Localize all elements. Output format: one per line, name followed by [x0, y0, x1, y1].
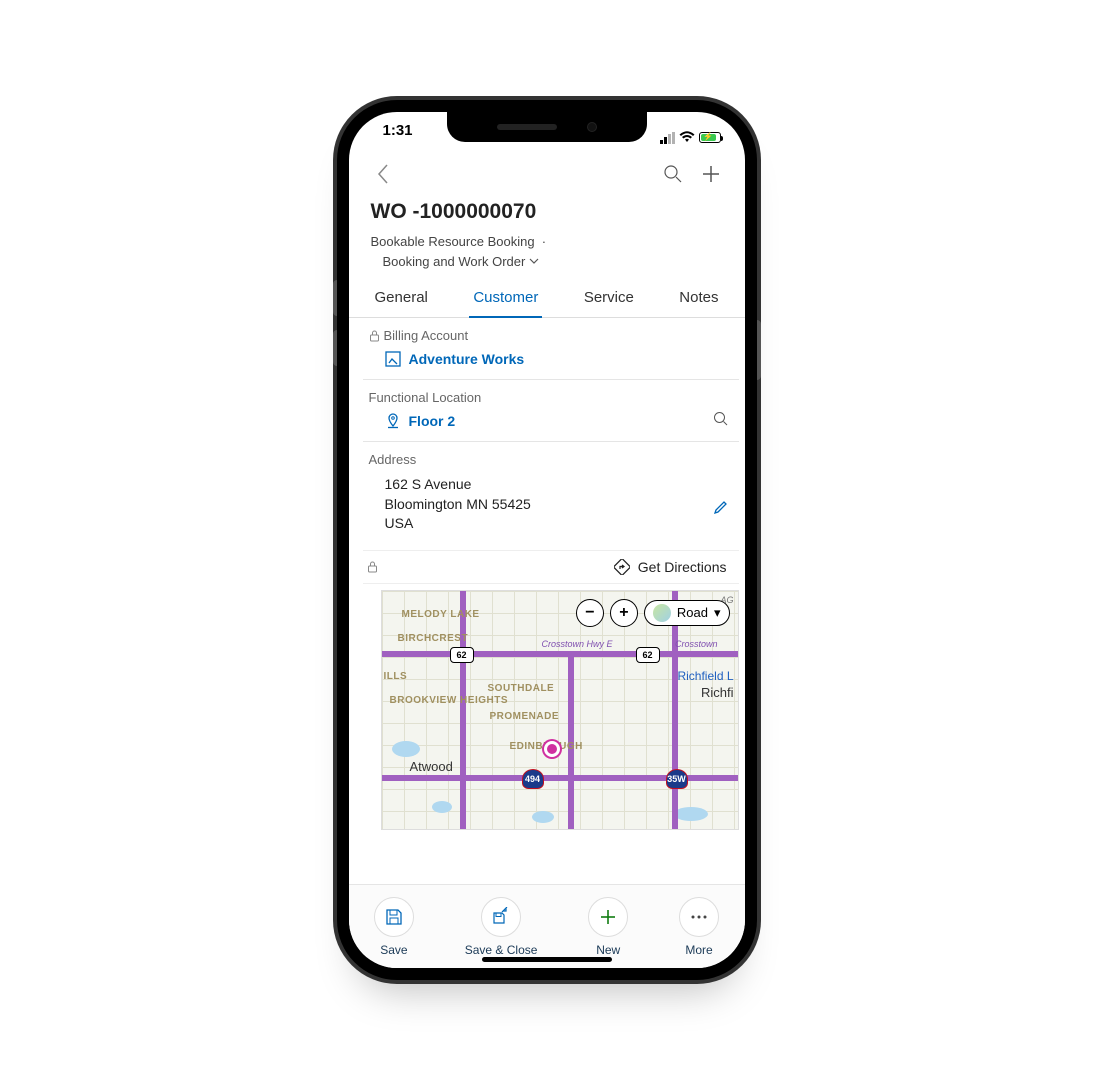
map-label: BIRCHCREST — [398, 633, 469, 644]
lock-icon — [369, 330, 380, 342]
map-label: Richfield L — [677, 669, 733, 683]
field-billing-account[interactable]: Billing Account Adventure Works — [363, 318, 739, 380]
interstate-shield: 35W — [666, 769, 688, 789]
search-icon — [663, 164, 683, 184]
search-icon — [713, 411, 729, 427]
map-label: MELODY LAKE — [402, 609, 480, 620]
zoom-out-button[interactable]: − — [576, 599, 604, 627]
form-selector-label: Booking and Work Order — [383, 252, 526, 272]
address-label: Address — [369, 452, 417, 467]
phone-frame: 1:31 ⚡ WO -100000 — [337, 100, 757, 980]
functional-location-value: Floor 2 — [409, 413, 456, 429]
map[interactable]: MELODY LAKE BIRCHCREST ILLS BROOKVIEW HE… — [381, 590, 739, 830]
address-line2: Bloomington MN 55425 — [385, 496, 531, 512]
phone-notch — [447, 112, 647, 142]
billing-account-label: Billing Account — [384, 328, 469, 343]
address-line1: 162 S Avenue — [385, 476, 472, 492]
lookup-search-button[interactable] — [713, 411, 729, 427]
map-label: PROMENADE — [490, 711, 560, 722]
more-label: More — [685, 943, 712, 957]
ellipsis-icon — [690, 914, 708, 920]
command-bar: Save Save & Close New — [349, 884, 745, 968]
map-view-selector[interactable]: Road ▾ — [644, 600, 730, 626]
field-functional-location[interactable]: Functional Location Floor 2 — [363, 380, 739, 442]
chevron-left-icon — [376, 163, 390, 185]
save-close-label: Save & Close — [465, 943, 538, 957]
save-label: Save — [380, 943, 407, 957]
page-title: WO -1000000070 — [371, 200, 723, 224]
back-button[interactable] — [367, 158, 399, 190]
more-button[interactable]: More — [679, 897, 719, 957]
map-label: SOUTHDALE — [488, 683, 555, 694]
record-header: WO -1000000070 Bookable Resource Booking… — [349, 196, 745, 281]
status-icons: ⚡ — [659, 122, 721, 152]
cellular-icon — [659, 130, 675, 144]
directions-icon — [614, 559, 630, 575]
account-icon — [385, 351, 401, 367]
battery-icon: ⚡ — [699, 132, 721, 143]
pencil-icon — [713, 499, 729, 515]
location-pin-icon — [385, 413, 401, 429]
edit-address-button[interactable] — [713, 499, 729, 515]
save-button[interactable]: Save — [374, 897, 414, 957]
save-close-icon — [491, 907, 511, 927]
add-button[interactable] — [695, 158, 727, 190]
map-label: ILLS — [384, 671, 408, 682]
route-shield: 62 — [450, 647, 474, 663]
new-label: New — [596, 943, 620, 957]
entity-name: Bookable Resource Booking — [371, 234, 535, 249]
breadcrumb-separator: · — [542, 234, 546, 249]
save-icon — [385, 908, 403, 926]
globe-icon — [653, 604, 671, 622]
search-button[interactable] — [657, 158, 689, 190]
map-view-label: Road — [677, 605, 708, 620]
new-button[interactable]: New — [588, 897, 628, 957]
app-bar — [349, 152, 745, 196]
interstate-shield: 494 — [522, 769, 544, 789]
home-indicator[interactable] — [482, 957, 612, 962]
map-label: Richfi — [701, 685, 734, 700]
tab-customer[interactable]: Customer — [469, 281, 542, 318]
chevron-down-icon — [529, 258, 539, 264]
tab-service[interactable]: Service — [580, 281, 638, 317]
form-content: Billing Account Adventure Works Function… — [349, 318, 745, 968]
wifi-icon — [679, 131, 695, 143]
field-address[interactable]: Address 162 S Avenue Bloomington MN 5542… — [363, 442, 739, 546]
zoom-in-button[interactable]: + — [610, 599, 638, 627]
directions-bar: Get Directions — [363, 550, 739, 584]
route-shield: 62 — [636, 647, 660, 663]
form-selector[interactable]: Booking and Work Order — [383, 252, 540, 272]
lock-icon — [367, 561, 378, 573]
address-line3: USA — [385, 515, 414, 531]
map-pin — [544, 741, 560, 757]
functional-location-label: Functional Location — [369, 390, 482, 405]
tab-bar: General Customer Service Notes — [349, 281, 745, 318]
map-label: Atwood — [410, 759, 453, 774]
map-hwy-label: Crosstown Hwy E — [542, 639, 613, 649]
get-directions-button[interactable]: Get Directions — [638, 559, 727, 575]
phone-screen: 1:31 ⚡ WO -100000 — [349, 112, 745, 968]
tab-notes[interactable]: Notes — [675, 281, 722, 317]
plus-icon — [599, 908, 617, 926]
billing-account-value: Adventure Works — [409, 351, 525, 367]
tab-general[interactable]: General — [371, 281, 432, 317]
map-hwy-label: Crosstown — [675, 639, 718, 649]
plus-icon — [701, 164, 721, 184]
save-close-button[interactable]: Save & Close — [465, 897, 538, 957]
clock: 1:31 — [383, 122, 413, 152]
map-label: BROOKVIEW HEIGHTS — [390, 695, 509, 706]
